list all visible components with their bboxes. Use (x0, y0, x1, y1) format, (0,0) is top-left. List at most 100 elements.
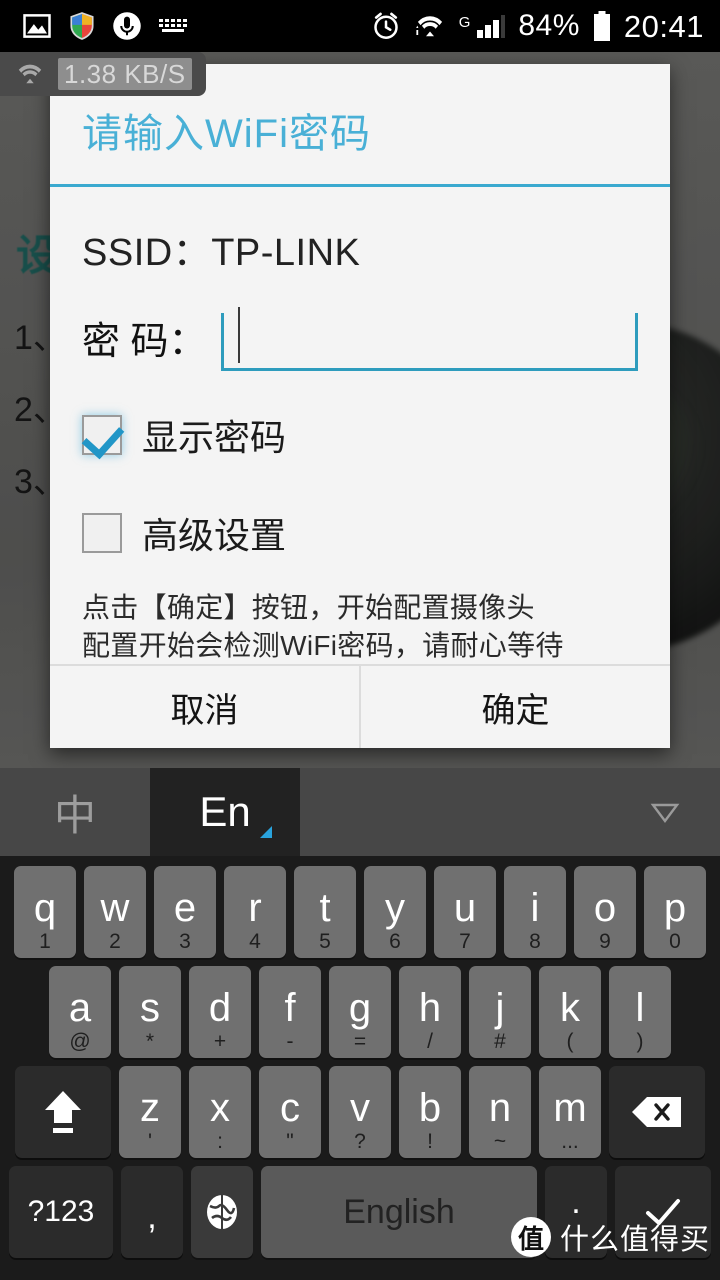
key-main-label: w (100, 886, 130, 930)
show-password-checkbox[interactable] (82, 414, 122, 455)
key-d[interactable]: d + (189, 966, 251, 1058)
key-sub-label: " (286, 1130, 294, 1153)
cancel-button[interactable]: 取消 (50, 666, 359, 748)
key-main-label: m (553, 1086, 587, 1130)
alarm-icon (373, 12, 398, 39)
key-sub-label: 0 (669, 930, 681, 953)
network-type-label: G (458, 14, 471, 31)
key-w[interactable]: w2 (84, 866, 146, 958)
watermark-logo: 值 (510, 1217, 551, 1257)
key-x[interactable]: x: (189, 1066, 251, 1158)
language-tab-chinese[interactable]: 中 (0, 768, 150, 856)
signal-icon (477, 15, 506, 38)
comma-key-label: , (147, 1198, 157, 1236)
key-u[interactable]: u7 (434, 866, 496, 958)
key-sub-label: ) (636, 1030, 644, 1053)
key-c[interactable]: c " (259, 1066, 321, 1158)
key-o[interactable]: o9 (574, 866, 636, 958)
keyboard-icon (159, 19, 187, 32)
wifi-password-dialog: 请输入WiFi密码 SSID： TP-LINK 密 码： 显示密码 高级设置 点… (50, 64, 670, 748)
key-p[interactable]: p0 (644, 866, 706, 958)
key-r[interactable]: r4 (224, 866, 286, 958)
key-sub-label: 3 (179, 930, 191, 953)
key-q[interactable]: q1 (14, 866, 76, 958)
key-sub-label: ! (427, 1130, 433, 1153)
symbols-key[interactable]: ?123 (9, 1166, 113, 1258)
keyboard-toolbar: 中 En (0, 768, 720, 856)
language-tab-marker (260, 826, 272, 838)
status-bar: G 84% 20:41 (0, 0, 720, 52)
key-main-label: i (530, 886, 540, 930)
key-sub-label: 7 (459, 930, 471, 953)
space-key[interactable]: English (261, 1166, 537, 1258)
key-main-label: v (350, 1086, 370, 1130)
key-sub-label: 4 (249, 930, 261, 953)
key-sub-label: # (494, 1030, 506, 1053)
key-main-label: x (210, 1086, 230, 1130)
show-password-checkbox-row[interactable]: 显示密码 (82, 409, 638, 461)
ssid-label: SSID： (82, 231, 212, 274)
key-sub-label: + (213, 1030, 227, 1053)
key-main-label: p (663, 886, 687, 930)
advanced-settings-checkbox-row[interactable]: 高级设置 (82, 507, 638, 559)
key-t[interactable]: t5 (294, 866, 356, 958)
key-sub-label: 9 (599, 930, 611, 953)
collapse-keyboard-button[interactable] (610, 768, 720, 856)
key-sub-label: / (427, 1030, 433, 1053)
key-h[interactable]: h / (399, 966, 461, 1058)
key-main-label: r (248, 886, 262, 930)
key-n[interactable]: n ~ (469, 1066, 531, 1158)
key-e[interactable]: e3 (154, 866, 216, 958)
password-input[interactable] (223, 312, 635, 368)
key-sub-label: = (353, 1030, 367, 1053)
key-main-label: h (418, 986, 442, 1030)
microphone-icon (113, 12, 141, 40)
network-speed-value: 1.38 KB/S (58, 58, 192, 90)
key-main-label: s (140, 986, 160, 1030)
comma-key[interactable]: , (121, 1166, 183, 1258)
key-main-label: j (495, 986, 505, 1030)
key-g[interactable]: g = (329, 966, 391, 1058)
key-f[interactable]: f- (259, 966, 321, 1058)
wifi-icon (0, 61, 58, 87)
language-tab-english-label: En (199, 788, 251, 835)
shield-icon (70, 12, 94, 40)
key-l[interactable]: l) (609, 966, 671, 1058)
ok-button[interactable]: 确定 (359, 666, 670, 748)
key-a[interactable]: a @ (49, 966, 111, 1058)
password-field-wrapper[interactable] (220, 306, 638, 371)
key-b[interactable]: b! (399, 1066, 461, 1158)
soft-keyboard: 中 En q1 w2 e3 r4 t5 y6 u7 i8 o 9 p 0 a @… (0, 768, 720, 1280)
key-main-label: b (418, 1086, 442, 1130)
keyboard-row-1: q1 w2 e3 r4 t5 y6 u7 i8 o9 p0 (0, 862, 720, 962)
key-v[interactable]: v? (329, 1066, 391, 1158)
backspace-key[interactable] (609, 1066, 705, 1158)
key-main-label: l (635, 986, 645, 1030)
status-bar-right-icons: G 84% 20:41 (371, 10, 720, 42)
key-main-label: c (280, 1086, 300, 1130)
key-j[interactable]: j # (469, 966, 531, 1058)
key-m[interactable]: m... (539, 1066, 601, 1158)
key-s[interactable]: s * (119, 966, 181, 1058)
key-i[interactable]: i8 (504, 866, 566, 958)
shift-key[interactable] (15, 1066, 111, 1158)
key-main-label: q (33, 886, 57, 930)
key-main-label: y (385, 886, 405, 930)
language-switch-key[interactable] (191, 1166, 253, 1258)
gallery-icon (23, 14, 51, 38)
key-y[interactable]: y6 (364, 866, 426, 958)
key-main-label: g (348, 986, 372, 1030)
key-sub-label: ~ (493, 1130, 507, 1153)
wifi-icon (415, 16, 442, 37)
key-sub-label: ... (561, 1130, 579, 1153)
network-speed-badge: 1.38 KB/S (0, 52, 206, 96)
key-z[interactable]: z ' (119, 1066, 181, 1158)
battery-percent-label: 84% (518, 9, 580, 42)
key-main-label: k (560, 986, 580, 1030)
language-tab-chinese-label: 中 (53, 791, 96, 839)
advanced-settings-checkbox[interactable] (82, 512, 122, 553)
shift-icon (45, 1091, 81, 1133)
key-k[interactable]: k( (539, 966, 601, 1058)
language-tab-english[interactable]: En (150, 768, 300, 856)
key-sub-label: 1 (39, 930, 51, 953)
